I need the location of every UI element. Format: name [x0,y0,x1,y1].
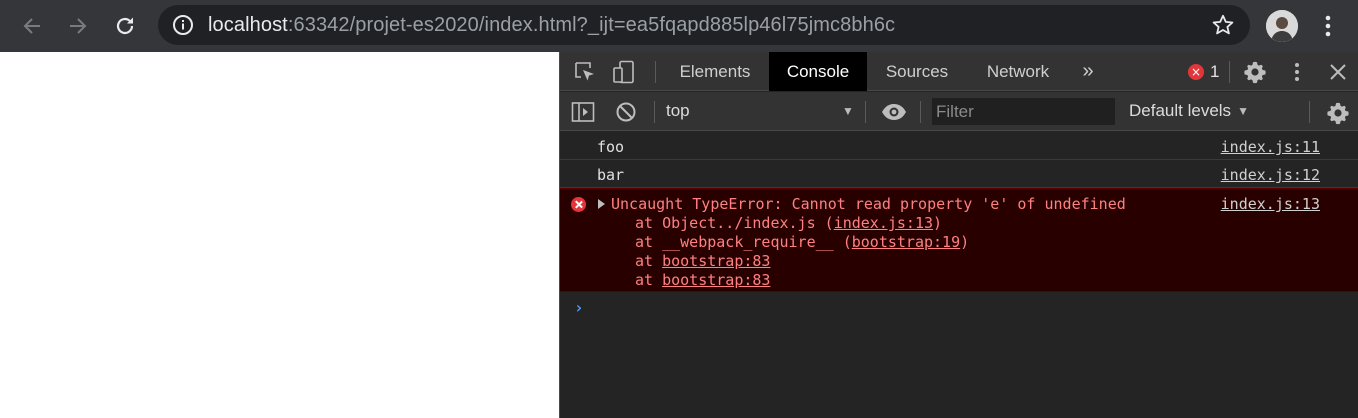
console-settings-gear-icon[interactable] [1326,101,1350,125]
error-icon: × [1188,64,1204,80]
log-levels-label: Default levels [1129,101,1232,120]
console-toolbar: top ▼ Default levels ▼ [560,92,1358,131]
message-text: foo [597,138,625,156]
kebab-menu-icon[interactable] [1318,11,1338,41]
source-link[interactable]: index.js:12 [1221,166,1320,184]
filter-input[interactable] [932,98,1115,125]
back-arrow-icon[interactable] [15,9,49,43]
sidebar-toggle-icon[interactable] [571,101,595,123]
clear-console-icon[interactable] [615,101,637,123]
stack-prefix: at Object../index.js ( [635,214,834,232]
source-link[interactable]: index.js:13 [1221,195,1320,213]
separator [654,101,655,123]
stack-link[interactable]: bootstrap:83 [662,271,770,289]
separator [920,101,921,123]
separator [1229,61,1230,83]
url-path: :63342/projet-es2020/index.html?_ijt=ea5… [287,14,896,36]
separator [655,61,656,83]
stack-suffix: ) [933,214,943,232]
expand-triangle-icon[interactable] [598,199,605,209]
devtools-panel: Elements Console Sources Network » × 1 t… [559,52,1358,418]
more-tabs-icon[interactable]: » [1072,52,1104,91]
chevron-down-icon: ▼ [842,104,854,118]
eye-icon[interactable] [880,101,908,123]
info-icon[interactable] [172,14,194,36]
devtools-tab-bar: Elements Console Sources Network » × 1 [560,52,1358,91]
error-text: Uncaught TypeError: Cannot read property… [611,195,1126,213]
page-content [0,52,559,418]
settings-gear-icon[interactable] [1243,60,1267,84]
stack-prefix: at [635,252,663,270]
error-count: 1 [1210,62,1220,81]
console-message: bar index.js:12 [560,160,1358,188]
stack-link[interactable]: bootstrap:83 [662,252,770,270]
separator [865,101,866,123]
tab-network[interactable]: Network [974,52,1062,91]
avatar[interactable] [1266,10,1298,42]
url-text: localhost:63342/projet-es2020/index.html… [208,14,895,36]
console-output: foo index.js:11 bar index.js:12 Uncaught… [560,132,1358,418]
url-host: localhost [208,14,288,36]
stack-frame: at bootstrap:83 [635,271,770,289]
reload-icon[interactable] [108,9,142,43]
stack-frame: at bootstrap:83 [635,252,770,270]
stack-suffix: ) [960,233,970,251]
browser-toolbar: localhost:63342/projet-es2020/index.html… [0,0,1358,52]
close-icon[interactable] [1327,61,1349,83]
device-toolbar-icon[interactable] [611,59,637,85]
console-message: foo index.js:11 [560,132,1358,160]
inspect-element-icon[interactable] [573,60,597,84]
address-bar[interactable]: localhost:63342/projet-es2020/index.html… [158,5,1250,45]
log-levels-dropdown[interactable]: Default levels ▼ [1129,101,1249,121]
devtools-menu-icon[interactable] [1287,60,1307,84]
stack-link[interactable]: bootstrap:19 [852,233,960,251]
stack-prefix: at [635,271,663,289]
tab-console[interactable]: Console [769,52,867,91]
stack-link[interactable]: index.js:13 [834,214,933,232]
stack-frame: at Object../index.js (index.js:13) [635,214,942,232]
error-counter[interactable]: × 1 [1188,61,1219,83]
console-prompt-icon[interactable]: › [574,298,584,317]
error-icon [571,197,586,212]
forward-arrow-icon[interactable] [61,9,95,43]
console-error-message: Uncaught TypeError: Cannot read property… [560,188,1358,292]
stack-prefix: at __webpack_require__ ( [635,233,852,251]
tab-elements[interactable]: Elements [666,52,764,91]
star-icon[interactable] [1211,13,1235,37]
separator [1309,101,1310,123]
context-label: top [666,101,690,120]
source-link[interactable]: index.js:11 [1221,138,1320,156]
tab-sources[interactable]: Sources [872,52,962,91]
message-text: bar [597,166,625,184]
stack-frame: at __webpack_require__ (bootstrap:19) [635,233,969,251]
chevron-down-icon: ▼ [1237,104,1249,118]
